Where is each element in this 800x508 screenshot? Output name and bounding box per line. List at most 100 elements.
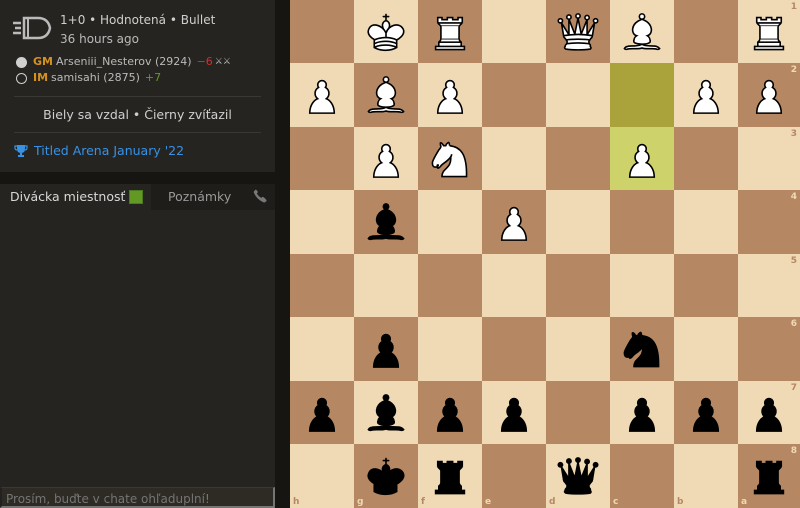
chat-toggle-checkbox[interactable] [129, 190, 143, 204]
square-b7[interactable] [674, 381, 738, 444]
black-pawn-icon[interactable] [418, 381, 482, 444]
square-h8[interactable]: h [290, 444, 354, 508]
black-pawn-icon[interactable] [482, 381, 546, 444]
square-e1[interactable] [482, 0, 546, 63]
white-pawn-icon[interactable] [290, 63, 354, 127]
square-f4[interactable] [418, 190, 482, 254]
white-pawn-icon[interactable] [418, 63, 482, 127]
square-d3[interactable] [546, 127, 610, 190]
player-name[interactable]: samisahi (2875) [51, 70, 140, 86]
square-a7[interactable]: 7 [738, 381, 800, 444]
square-d6[interactable] [546, 317, 610, 381]
square-e7[interactable] [482, 381, 546, 444]
square-e4[interactable] [482, 190, 546, 254]
square-b3[interactable] [674, 127, 738, 190]
square-b4[interactable] [674, 190, 738, 254]
square-b8[interactable]: b [674, 444, 738, 508]
white-pawn-icon[interactable] [610, 127, 674, 190]
square-d1[interactable] [546, 0, 610, 63]
black-rook-icon[interactable] [418, 444, 482, 508]
square-c5[interactable] [610, 254, 674, 317]
square-a5[interactable]: 5 [738, 254, 800, 317]
square-h1[interactable] [290, 0, 354, 63]
square-h6[interactable] [290, 317, 354, 381]
black-knight-icon[interactable] [610, 317, 674, 381]
square-f8[interactable]: f [418, 444, 482, 508]
black-pawn-icon[interactable] [354, 317, 418, 381]
black-bishop-icon[interactable] [354, 381, 418, 444]
player-white[interactable]: GM Arseniii_Nesterov (2924) −6 ⚔⚔ [16, 54, 231, 70]
square-f2[interactable] [418, 63, 482, 127]
square-g2[interactable] [354, 63, 418, 127]
black-pawn-icon[interactable] [674, 381, 738, 444]
square-a8[interactable]: 8a [738, 444, 800, 508]
black-king-icon[interactable] [354, 444, 418, 508]
square-g3[interactable] [354, 127, 418, 190]
square-c7[interactable] [610, 381, 674, 444]
black-pawn-icon[interactable] [290, 381, 354, 444]
square-h3[interactable] [290, 127, 354, 190]
white-pawn-icon[interactable] [674, 63, 738, 127]
square-a3[interactable]: 3 [738, 127, 800, 190]
square-e3[interactable] [482, 127, 546, 190]
square-e2[interactable] [482, 63, 546, 127]
square-f1[interactable] [418, 0, 482, 63]
black-pawn-icon[interactable] [610, 381, 674, 444]
tournament-name[interactable]: Titled Arena January '22 [34, 143, 184, 158]
square-a1[interactable]: 1 [738, 0, 800, 63]
tab-notes[interactable]: Poznámky [151, 184, 275, 210]
white-bishop-icon[interactable] [354, 63, 418, 127]
phone-icon[interactable] [253, 189, 268, 204]
black-bishop-icon[interactable] [354, 190, 418, 254]
square-g7[interactable] [354, 381, 418, 444]
square-d8[interactable]: d [546, 444, 610, 508]
square-h5[interactable] [290, 254, 354, 317]
player-name[interactable]: Arseniii_Nesterov (2924) [56, 54, 192, 70]
tab-spectator-room[interactable]: Divácka miestnosť [0, 184, 151, 210]
white-bishop-icon[interactable] [610, 0, 674, 63]
square-b2[interactable] [674, 63, 738, 127]
square-c3[interactable] [610, 127, 674, 190]
square-h2[interactable] [290, 63, 354, 127]
square-c6[interactable] [610, 317, 674, 381]
square-a4[interactable]: 4 [738, 190, 800, 254]
square-a2[interactable]: 2 [738, 63, 800, 127]
square-c2[interactable] [610, 63, 674, 127]
white-pawn-icon[interactable] [354, 127, 418, 190]
square-c4[interactable] [610, 190, 674, 254]
square-d4[interactable] [546, 190, 610, 254]
white-knight-icon[interactable] [418, 127, 482, 190]
square-b1[interactable] [674, 0, 738, 63]
square-b6[interactable] [674, 317, 738, 381]
white-king-icon[interactable] [354, 0, 418, 63]
square-g5[interactable] [354, 254, 418, 317]
square-c1[interactable] [610, 0, 674, 63]
square-h4[interactable] [290, 190, 354, 254]
square-c8[interactable]: c [610, 444, 674, 508]
black-queen-icon[interactable] [546, 444, 610, 508]
square-f3[interactable] [418, 127, 482, 190]
tournament-link[interactable]: Titled Arena January '22 [14, 143, 184, 158]
square-d5[interactable] [546, 254, 610, 317]
white-rook-icon[interactable] [418, 0, 482, 63]
square-h7[interactable] [290, 381, 354, 444]
square-g6[interactable] [354, 317, 418, 381]
square-d7[interactable] [546, 381, 610, 444]
chat-input[interactable] [0, 487, 275, 508]
square-f6[interactable] [418, 317, 482, 381]
square-e6[interactable] [482, 317, 546, 381]
white-queen-icon[interactable] [546, 0, 610, 63]
square-a6[interactable]: 6 [738, 317, 800, 381]
square-b5[interactable] [674, 254, 738, 317]
square-d2[interactable] [546, 63, 610, 127]
square-e5[interactable] [482, 254, 546, 317]
square-g8[interactable]: g [354, 444, 418, 508]
square-f5[interactable] [418, 254, 482, 317]
chess-board[interactable]: 1234567 hgfedcb8a [290, 0, 800, 508]
square-e8[interactable]: e [482, 444, 546, 508]
white-pawn-icon[interactable] [482, 190, 546, 254]
square-f7[interactable] [418, 381, 482, 444]
square-g4[interactable] [354, 190, 418, 254]
player-black[interactable]: IM samisahi (2875) +7 [16, 70, 231, 86]
square-g1[interactable] [354, 0, 418, 63]
